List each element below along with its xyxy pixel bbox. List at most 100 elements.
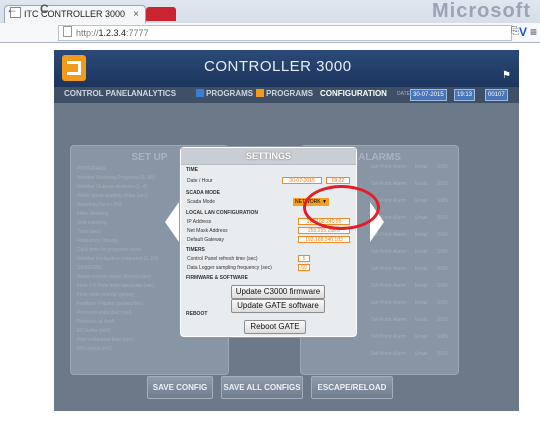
logger-label: Data Logger sampling frequency (sec) (187, 265, 272, 271)
section-timers: TIMERS (186, 247, 205, 253)
settings-dialog: SETTINGS TIME Date / Hour 30-07-2015 09:… (180, 147, 357, 337)
page-icon (63, 26, 72, 37)
alarm-line: SMS (437, 300, 448, 306)
alarm-line: Email (415, 164, 428, 170)
alarm-line: Alarm (393, 351, 407, 357)
setup-line: PROGRAMS (77, 166, 107, 172)
tab-programs-watering[interactable]: PROGRAMS (196, 89, 253, 98)
alarm-line: Alarm (393, 317, 407, 323)
save-all-configs-button[interactable]: SAVE ALL CONFIGS (221, 376, 303, 399)
setup-line: Prm calibration time (sec) (77, 337, 134, 343)
alarm-line: Alarm (393, 164, 407, 170)
setup-line: Number Fertigation programs (1..50) (77, 256, 159, 262)
refresh-field[interactable]: 5 (298, 255, 310, 262)
setup-line: Watering Factor (%) (77, 202, 122, 208)
alarm-line: Email (415, 351, 428, 357)
setup-line: Flow > 5 Time from last pulse (sec) (77, 283, 155, 289)
alarm-line: Alarm (393, 334, 407, 340)
hour-field[interactable]: 09:22 (326, 177, 350, 184)
alarm-line: Email (415, 249, 428, 255)
tab-control-panel[interactable]: CONTROL PANEL (64, 89, 132, 98)
update-firmware-button[interactable]: Update C3000 firmware (231, 285, 325, 299)
alarm-line: Set Point (371, 249, 392, 255)
app-tabs: CONTROL PANEL ANALYTICS PROGRAMS PROGRAM… (54, 87, 519, 103)
alarm-line: Set Point (371, 317, 392, 323)
gateway-field[interactable]: 192.168.240.183 (298, 236, 350, 243)
alarm-line: Set Point (371, 181, 392, 187)
setup-line: Daily time for programs reset (77, 247, 142, 253)
date-field[interactable]: 30-07-2015 (282, 177, 322, 184)
setup-line: Number Outputs modules (1..4) (77, 184, 148, 190)
url-host: 1.2.3.4 (98, 28, 127, 38)
brand-watermark: Microsoft (432, 0, 531, 22)
close-icon[interactable]: × (133, 6, 139, 23)
counter-display: 00107 (485, 89, 508, 101)
setup-line: Fertilizer V-factor (pulses/liter) (77, 301, 144, 307)
section-lan: LOCAL LAN CONFIGURATION (186, 210, 259, 216)
ip-label: IP Address (187, 219, 212, 225)
flag-icon[interactable]: ⚑ (502, 70, 511, 81)
alarm-line: Alarm (393, 283, 407, 289)
alarm-line: Set Point (371, 300, 392, 306)
back-icon[interactable]: ← (6, 2, 18, 16)
mask-label: Net Mask Address (187, 228, 228, 234)
setup-line: Water pump starting delay (sec) (77, 193, 148, 199)
menu-icon[interactable]: ≡ (530, 25, 537, 39)
update-gate-button[interactable]: Update GATE software (231, 299, 325, 313)
alarm-line: Alarm (393, 300, 407, 306)
alarm-line: Email (415, 181, 428, 187)
chevron-left-icon[interactable] (165, 202, 179, 242)
section-scada: SCADA MODE (186, 190, 220, 196)
url-prefix: http:// (76, 28, 99, 38)
alarm-line: Set Point (371, 334, 392, 340)
save-config-button[interactable]: SAVE CONFIG (147, 376, 213, 399)
address-bar[interactable]: http://1.2.3.4:7777 (58, 25, 512, 41)
alarm-line: Alarm (393, 249, 407, 255)
reload-icon[interactable]: C (40, 2, 49, 16)
setup-line: SENSORS (77, 265, 102, 271)
app-header: CONTROLLER 3000 ⚑ (54, 50, 519, 87)
logger-field[interactable]: 60 (298, 264, 310, 271)
refresh-label: Control Panel refresh time (sec) (187, 256, 258, 262)
alarm-line: Email (415, 334, 428, 340)
highlight-circle (303, 185, 380, 230)
alarm-line: Alarm (393, 215, 407, 221)
alarm-line: Alarm (393, 181, 407, 187)
alarm-line: Alarm (393, 266, 407, 272)
date-hour-label: Date / Hour (187, 178, 213, 184)
alarm-line: Email (415, 283, 428, 289)
url-port: :7777 (126, 28, 149, 38)
alarm-line: Email (415, 300, 428, 306)
translate-icon[interactable]: ⎘ (511, 26, 519, 37)
alarm-line: Set Point (371, 283, 392, 289)
date-display: 30-07-2015 (410, 89, 447, 101)
alarm-line: SMS (437, 317, 448, 323)
tab-configuration[interactable]: CONFIGURATION (320, 89, 387, 98)
alarm-line: SMS (437, 198, 448, 204)
tab-programs-fertigation[interactable]: PROGRAMS (256, 89, 313, 98)
tab-analytics[interactable]: ANALYTICS (131, 89, 176, 98)
setup-line: PH control (mV) (77, 346, 113, 352)
alarm-line: SMS (437, 334, 448, 340)
setup-line: Pressure units (bar / psi) (77, 310, 132, 316)
extension-icon[interactable]: V (519, 25, 527, 39)
alarm-line: SMS (437, 164, 448, 170)
setup-line: Number Watering Programs (1..50) (77, 175, 155, 181)
browser-chrome: ITC CONTROLLER 3000 × Microsoft ← → C ht… (0, 0, 540, 43)
setup-line: Water counter factor (liters/pulse) (77, 274, 151, 280)
settings-title: SETTINGS (181, 148, 356, 165)
alarm-line: SMS (437, 181, 448, 187)
section-time: TIME (186, 167, 198, 173)
logo (62, 55, 86, 81)
setup-line: Time (sec) (77, 229, 101, 235)
browser-tab-2[interactable] (146, 7, 176, 21)
alarm-line: SMS (437, 351, 448, 357)
reboot-gate-button[interactable]: Reboot GATE (244, 320, 306, 334)
escape-reload-button[interactable]: ESCAPE/RELOAD (311, 376, 393, 399)
setup-line: Pressure at 4mA (77, 319, 115, 325)
alarm-line: Set Point (371, 266, 392, 272)
forward-icon[interactable]: → (22, 2, 34, 16)
alarm-line: SMS (437, 266, 448, 272)
alarm-line: Set Point (371, 351, 392, 357)
scada-label: Scada Mode (187, 199, 216, 205)
